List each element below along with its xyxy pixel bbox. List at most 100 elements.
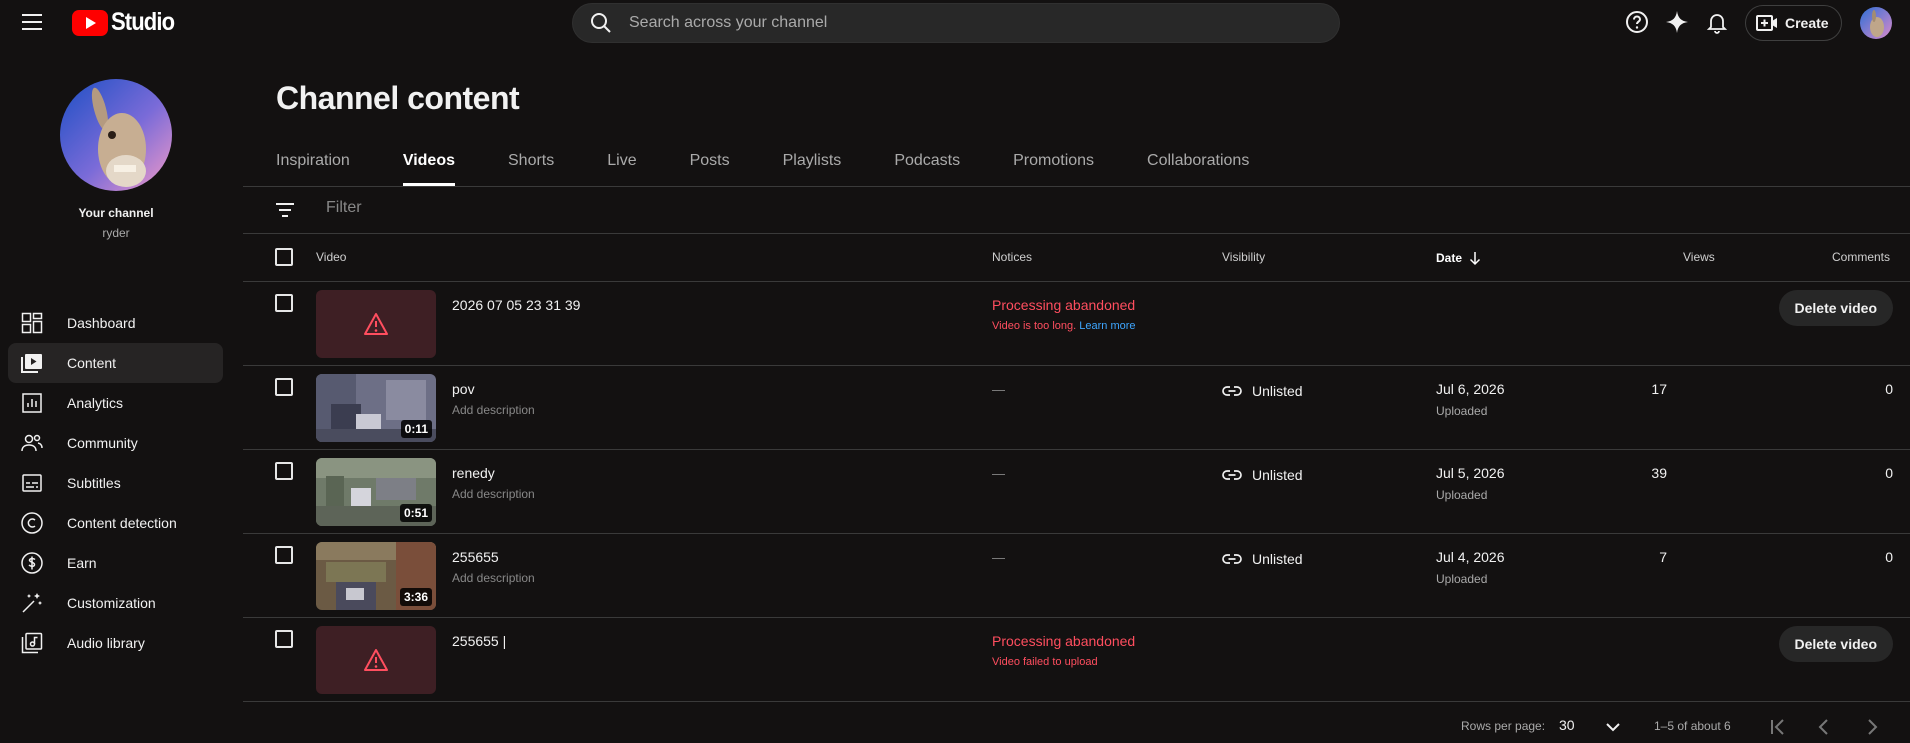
sidebar-item-earn[interactable]: Earn bbox=[8, 543, 223, 583]
tab-promotions[interactable]: Promotions bbox=[980, 148, 1114, 186]
video-date: Jul 5, 2026 bbox=[1436, 465, 1505, 481]
column-header-notices[interactable]: Notices bbox=[992, 250, 1032, 264]
tab-videos[interactable]: Videos bbox=[370, 148, 475, 186]
video-title[interactable]: 255655 bbox=[452, 549, 499, 565]
select-all-checkbox[interactable] bbox=[275, 248, 293, 266]
studio-logo[interactable]: Studio bbox=[72, 8, 183, 37]
row-checkbox[interactable] bbox=[275, 378, 293, 396]
channel-avatar-image bbox=[60, 79, 172, 191]
sidebar-item-label: Subtitles bbox=[67, 475, 121, 491]
video-comments[interactable]: 0 bbox=[1885, 465, 1893, 481]
video-comments[interactable]: 0 bbox=[1885, 549, 1893, 565]
help-icon[interactable] bbox=[1625, 10, 1649, 34]
video-title[interactable]: 2026 07 05 23 31 39 bbox=[452, 297, 580, 313]
video-comments[interactable]: 0 bbox=[1885, 381, 1893, 397]
column-header-views[interactable]: Views bbox=[1683, 250, 1715, 264]
search-bar[interactable] bbox=[572, 3, 1340, 43]
tab-live[interactable]: Live bbox=[574, 148, 656, 186]
rows-per-page-value[interactable]: 30 bbox=[1559, 717, 1575, 733]
sidebar-item-customization[interactable]: Customization bbox=[8, 583, 223, 623]
column-header-comments[interactable]: Comments bbox=[1832, 250, 1890, 264]
sidebar-item-subtitles[interactable]: Subtitles bbox=[8, 463, 223, 503]
account-avatar[interactable] bbox=[1860, 7, 1892, 39]
column-header-video[interactable]: Video bbox=[316, 250, 346, 264]
first-page-icon[interactable] bbox=[1766, 715, 1790, 739]
customization-icon bbox=[22, 593, 42, 613]
sidebar-item-community[interactable]: Community bbox=[8, 423, 223, 463]
delete-video-button[interactable]: Delete video bbox=[1778, 626, 1893, 662]
filter-icon[interactable] bbox=[273, 198, 297, 222]
sidebar-item-dashboard[interactable]: Dashboard bbox=[8, 303, 223, 343]
earn-icon bbox=[21, 552, 43, 574]
video-description[interactable]: Add description bbox=[452, 571, 535, 585]
sparkle-icon[interactable] bbox=[1665, 10, 1689, 34]
delete-video-button[interactable]: Delete video bbox=[1778, 290, 1893, 326]
pagination: Rows per page: 30 1–5 of about 6 bbox=[0, 715, 1910, 737]
video-duration: 3:36 bbox=[399, 588, 432, 606]
filter-bar bbox=[243, 187, 1910, 233]
visibility-status[interactable]: Unlisted bbox=[1222, 465, 1303, 485]
menu-icon[interactable] bbox=[22, 13, 42, 31]
sidebar-nav: Dashboard Content Analytics Community Su… bbox=[8, 303, 223, 663]
video-thumbnail[interactable]: 3:36 bbox=[316, 542, 436, 610]
row-checkbox[interactable] bbox=[275, 630, 293, 648]
notice-detail-text: Video is too long. bbox=[992, 320, 1077, 332]
visibility-status[interactable]: Unlisted bbox=[1222, 381, 1303, 401]
video-title[interactable]: 255655 | bbox=[452, 633, 506, 649]
video-title[interactable]: renedy bbox=[452, 465, 495, 481]
notice-empty: — bbox=[992, 550, 1005, 565]
create-video-icon bbox=[1756, 15, 1777, 31]
tab-podcasts[interactable]: Podcasts bbox=[861, 148, 980, 186]
video-thumbnail[interactable] bbox=[316, 290, 436, 358]
filter-input[interactable] bbox=[326, 199, 1126, 217]
sort-descending-icon[interactable] bbox=[1467, 250, 1483, 266]
table-row: 0:51 renedy Add description — Unlisted J… bbox=[243, 450, 1910, 534]
create-button[interactable]: Create bbox=[1745, 5, 1842, 41]
row-checkbox[interactable] bbox=[275, 546, 293, 564]
chevron-down-icon[interactable] bbox=[1601, 715, 1625, 739]
content-icon bbox=[21, 354, 42, 373]
table-row: 3:36 255655 Add description — Unlisted J… bbox=[243, 534, 1910, 618]
tab-posts[interactable]: Posts bbox=[657, 148, 750, 186]
sidebar-item-content-detection[interactable]: Content detection bbox=[8, 503, 223, 543]
sidebar-item-label: Customization bbox=[67, 595, 156, 611]
visibility-status[interactable]: Unlisted bbox=[1222, 549, 1303, 569]
column-header-date[interactable]: Date bbox=[1436, 250, 1483, 266]
search-input[interactable] bbox=[629, 14, 1229, 32]
sidebar-item-content[interactable]: Content bbox=[8, 343, 223, 383]
notifications-icon[interactable] bbox=[1705, 10, 1729, 34]
previous-page-icon[interactable] bbox=[1812, 715, 1836, 739]
channel-avatar[interactable] bbox=[60, 79, 172, 191]
sidebar-item-label: Content bbox=[67, 355, 117, 371]
video-thumbnail[interactable]: 0:51 bbox=[316, 458, 436, 526]
tab-shorts[interactable]: Shorts bbox=[475, 148, 574, 186]
video-title[interactable]: pov bbox=[452, 381, 475, 397]
page-range: 1–5 of about 6 bbox=[1654, 719, 1731, 733]
sidebar-item-audio-library[interactable]: Audio library bbox=[8, 623, 223, 663]
learn-more-link[interactable]: Learn more bbox=[1079, 320, 1135, 332]
tab-playlists[interactable]: Playlists bbox=[750, 148, 862, 186]
tab-collaborations[interactable]: Collaborations bbox=[1114, 148, 1269, 186]
notice-empty: — bbox=[992, 382, 1005, 397]
copyright-icon bbox=[21, 512, 43, 534]
notice-empty: — bbox=[992, 466, 1005, 481]
subtitles-icon bbox=[22, 474, 42, 492]
video-thumbnail[interactable]: 0:11 bbox=[316, 374, 436, 442]
create-label: Create bbox=[1785, 15, 1829, 31]
sidebar-item-label: Dashboard bbox=[67, 315, 136, 331]
video-description[interactable]: Add description bbox=[452, 487, 535, 501]
search-icon[interactable] bbox=[589, 11, 613, 35]
sidebar-item-analytics[interactable]: Analytics bbox=[8, 383, 223, 423]
notice-detail: Video is too long. Learn more bbox=[992, 320, 1136, 332]
row-checkbox[interactable] bbox=[275, 462, 293, 480]
tab-inspiration[interactable]: Inspiration bbox=[243, 148, 370, 186]
video-description[interactable]: Add description bbox=[452, 403, 535, 417]
next-page-icon[interactable] bbox=[1860, 715, 1884, 739]
video-thumbnail[interactable] bbox=[316, 626, 436, 694]
page-title: Channel content bbox=[276, 80, 520, 116]
notice-text: Processing abandoned bbox=[992, 633, 1136, 649]
logo-text: Studio bbox=[111, 8, 175, 36]
row-checkbox[interactable] bbox=[275, 294, 293, 312]
link-icon bbox=[1222, 386, 1242, 396]
column-header-visibility[interactable]: Visibility bbox=[1222, 250, 1265, 264]
